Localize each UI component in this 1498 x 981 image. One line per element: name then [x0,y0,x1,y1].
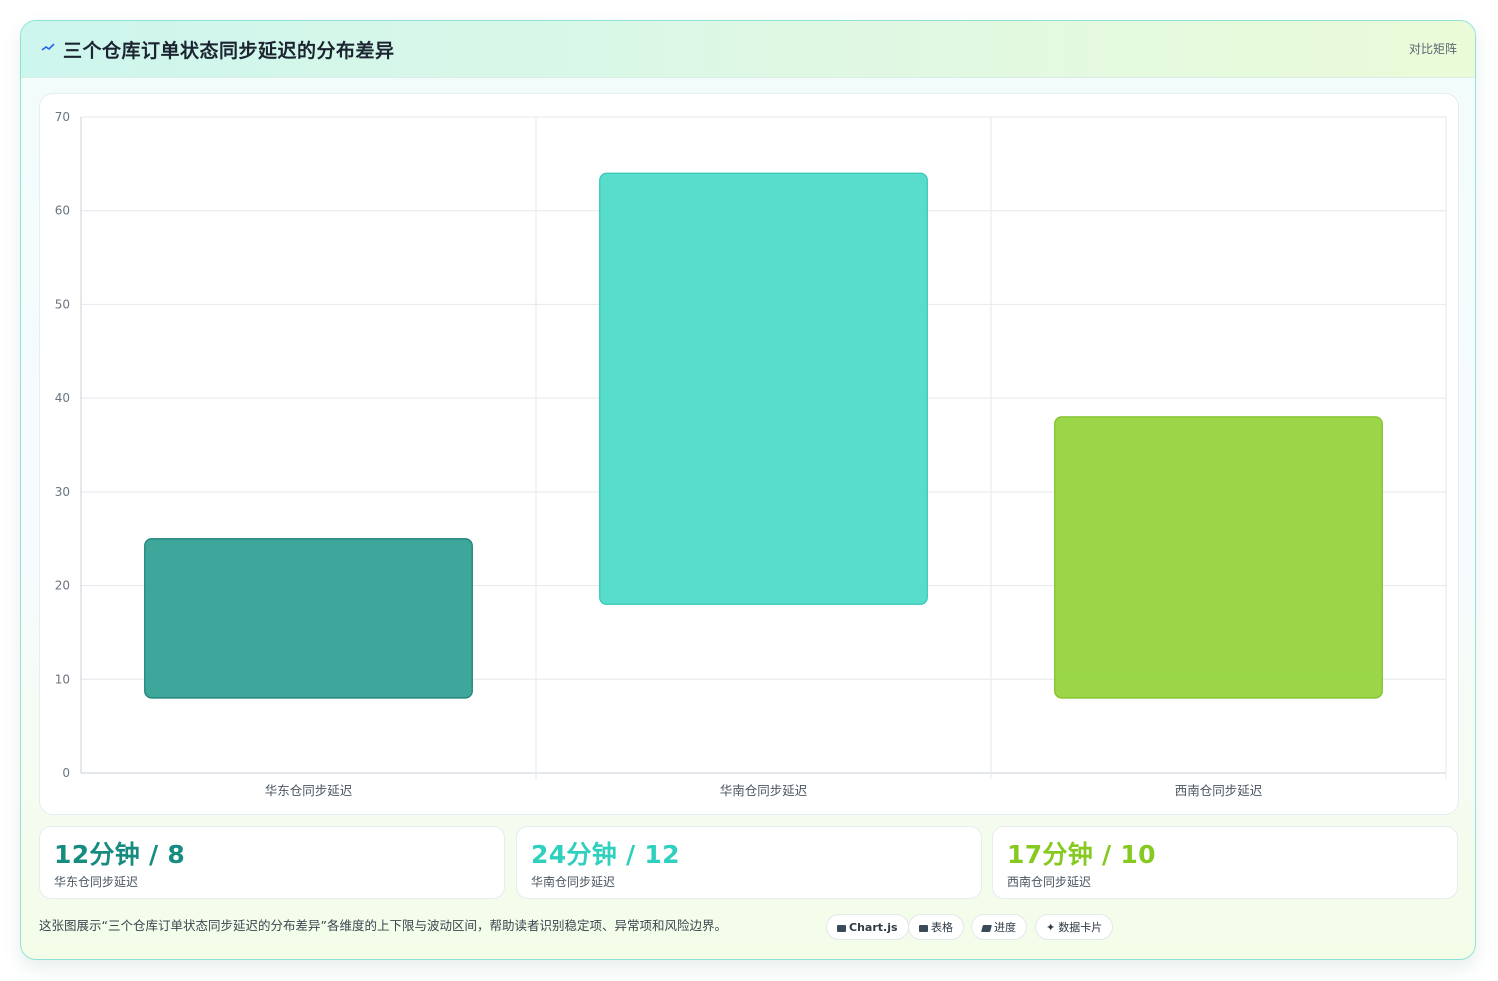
tag-progress[interactable]: 进度 [971,914,1027,940]
y-tick-label: 70 [55,110,70,124]
tag-label: 数据卡片 [1058,921,1103,934]
card-header: 三个仓库订单状态同步延迟的分布差异 对比矩阵 [21,21,1475,78]
y-tick-label: 0 [62,766,70,780]
trend-line-icon [41,43,55,51]
table-icon [919,924,928,932]
stat-card-southwest: 17分钟 / 10 西南仓同步延迟 [992,826,1458,899]
y-tick-label: 30 [55,485,70,499]
matrix-badge[interactable]: 对比矩阵 [1409,40,1457,57]
range-bar-chart: 0 10 20 30 40 50 60 70 华东仓同步延迟 华南仓同步延迟 西南仓同步延迟 [55,110,1447,798]
y-tick-label: 50 [55,297,70,311]
chart-description: 这张图展示“三个仓库订单状态同步延迟的分布差异”各维度的上下限与波动区间，帮助读… [39,918,727,933]
stat-label: 西南仓同步延迟 [1007,875,1092,889]
range-bar [1054,416,1383,699]
x-tick-label: 华东仓同步延迟 [265,783,353,798]
x-tick-label: 华南仓同步延迟 [720,783,808,798]
stat-card-east: 12分钟 / 8 华东仓同步延迟 [39,826,505,899]
y-tick-label: 40 [55,391,70,405]
y-tick-label: 60 [55,204,70,218]
y-tick-label: 20 [55,579,70,593]
tag-label: 进度 [994,921,1016,934]
tag-table[interactable]: 表格 [908,914,964,940]
stat-card-south: 24分钟 / 12 华南仓同步延迟 [516,826,982,899]
x-tick-label: 西南仓同步延迟 [1175,783,1263,798]
chart-title: 三个仓库订单状态同步延迟的分布差异 [63,40,395,62]
tag-label: 表格 [931,921,953,934]
stat-label: 华南仓同步延迟 [531,875,616,889]
stat-value: 17分钟 / 10 [1007,840,1156,869]
range-bar [599,172,928,605]
stat-label: 华东仓同步延迟 [54,875,139,889]
y-tick-label: 10 [55,672,70,686]
progress-icon [981,924,992,932]
range-bar [144,538,473,699]
tag-datacard[interactable]: ✦ 数据卡片 [1035,914,1114,940]
tag-label: Chart.js [849,921,898,934]
chart-icon [837,924,846,932]
sparkle-icon: ✦ [1046,921,1056,934]
tag-chartjs[interactable]: Chart.js [826,914,909,940]
stat-value: 24分钟 / 12 [531,840,680,869]
stat-value: 12分钟 / 8 [54,840,186,869]
chart-card: 三个仓库订单状态同步延迟的分布差异 对比矩阵 0 10 20 30 40 50 60 70 华东… [20,20,1476,960]
chart-panel: 0 10 20 30 40 50 60 70 华东仓同步延迟 华南仓同步延迟 西南仓同步延迟 [39,93,1459,815]
